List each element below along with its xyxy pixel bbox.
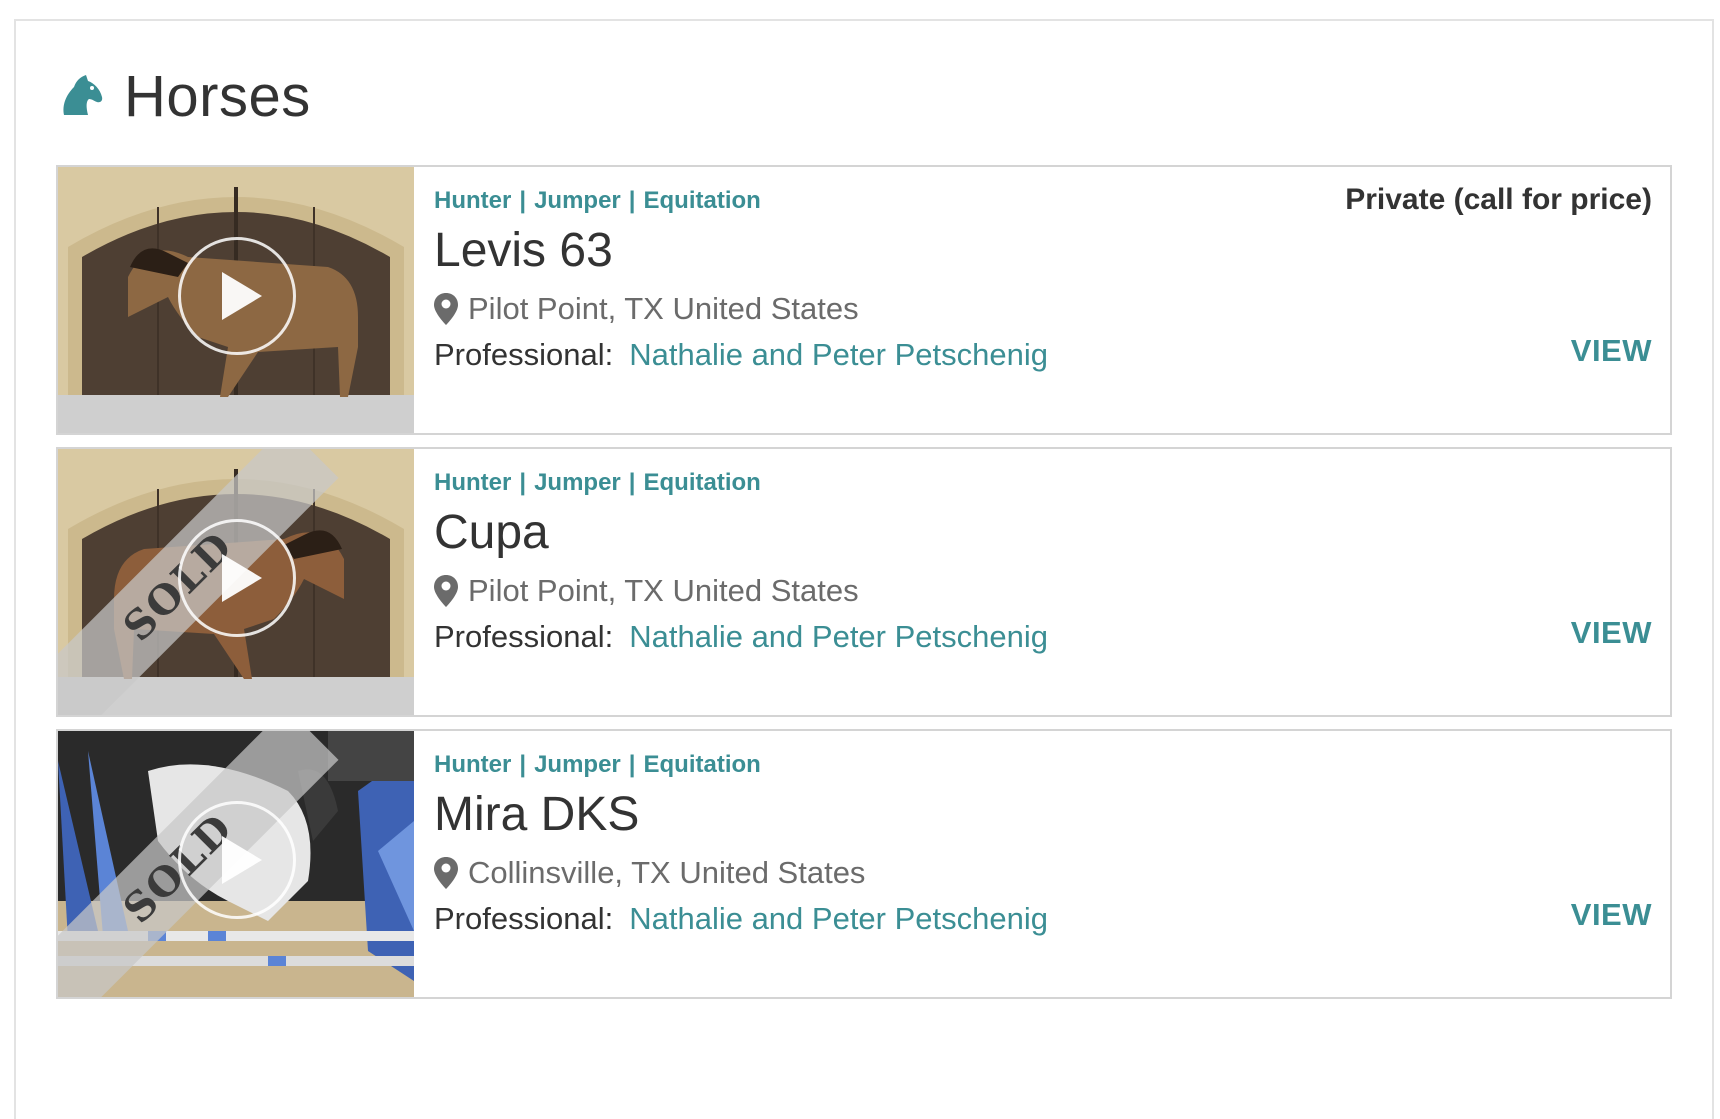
professional-row: Professional: Nathalie and Peter Petsche… [434, 619, 1048, 655]
view-link[interactable]: VIEW [1571, 897, 1652, 933]
separator: | [628, 751, 636, 778]
discipline-tag[interactable]: Jumper [534, 751, 621, 779]
professional-link[interactable]: Nathalie and Peter Petschenig [629, 619, 1048, 655]
separator: | [519, 187, 527, 214]
professional-label: Professional: [434, 337, 614, 372]
location: Collinsville, TX United States [434, 855, 865, 891]
horse-info: Hunter | Jumper | Equitation Cupa Pilot … [434, 449, 1670, 715]
professional-link[interactable]: Nathalie and Peter Petschenig [629, 901, 1048, 937]
play-icon [222, 836, 262, 884]
discipline-list: Hunter | Jumper | Equitation [434, 187, 761, 215]
horse-name[interactable]: Cupa [434, 505, 549, 560]
discipline-tag[interactable]: Equitation [643, 469, 760, 497]
map-pin-icon [434, 575, 458, 607]
horse-card[interactable]: Hunter | Jumper | Equitation Levis 63 Pi… [56, 165, 1672, 435]
discipline-tag[interactable]: Jumper [534, 187, 621, 215]
map-pin-icon [434, 293, 458, 325]
separator: | [519, 751, 527, 778]
horse-card[interactable]: SOLD Hunter | Jumper | Equitation Mira D… [56, 729, 1672, 999]
discipline-list: Hunter | Jumper | Equitation [434, 469, 761, 497]
discipline-tag[interactable]: Equitation [643, 187, 760, 215]
discipline-tag[interactable]: Jumper [534, 469, 621, 497]
separator: | [519, 469, 527, 496]
view-link[interactable]: VIEW [1571, 615, 1652, 651]
discipline-tag[interactable]: Hunter [434, 469, 511, 497]
discipline-tag[interactable]: Hunter [434, 187, 511, 215]
play-button[interactable] [178, 519, 296, 637]
horse-video-thumbnail[interactable]: SOLD [58, 731, 414, 997]
horse-head-icon [63, 75, 103, 115]
horse-video-thumbnail[interactable]: SOLD [58, 449, 414, 715]
horse-name[interactable]: Mira DKS [434, 787, 639, 842]
separator: | [628, 187, 636, 214]
section-header: Horses [56, 61, 311, 131]
play-button[interactable] [178, 801, 296, 919]
professional-label: Professional: [434, 901, 614, 936]
horse-name[interactable]: Levis 63 [434, 223, 613, 278]
price: Private (call for price) [1345, 183, 1652, 216]
professional-label: Professional: [434, 619, 614, 654]
discipline-tag[interactable]: Hunter [434, 751, 511, 779]
professional-row: Professional: Nathalie and Peter Petsche… [434, 901, 1048, 937]
location: Pilot Point, TX United States [434, 291, 859, 327]
separator: | [628, 469, 636, 496]
play-icon [222, 272, 262, 320]
location-text: Pilot Point, TX United States [468, 573, 859, 608]
play-button[interactable] [178, 237, 296, 355]
professional-row: Professional: Nathalie and Peter Petsche… [434, 337, 1048, 373]
location: Pilot Point, TX United States [434, 573, 859, 609]
discipline-tag[interactable]: Equitation [643, 751, 760, 779]
horse-info: Hunter | Jumper | Equitation Mira DKS Co… [434, 731, 1670, 997]
location-text: Collinsville, TX United States [468, 855, 866, 890]
horse-info: Hunter | Jumper | Equitation Levis 63 Pi… [434, 167, 1670, 433]
map-pin-icon [434, 857, 458, 889]
view-link[interactable]: VIEW [1571, 333, 1652, 369]
horse-video-thumbnail[interactable] [58, 167, 414, 433]
page-title: Horses [124, 63, 311, 129]
horses-panel: Horses Hunter | Jumper | Equitation Levi… [14, 19, 1714, 1119]
professional-link[interactable]: Nathalie and Peter Petschenig [629, 337, 1048, 373]
location-text: Pilot Point, TX United States [468, 291, 859, 326]
play-icon [222, 554, 262, 602]
horse-card[interactable]: SOLD Hunter | Jumper | Equitation Cupa P… [56, 447, 1672, 717]
discipline-list: Hunter | Jumper | Equitation [434, 751, 761, 779]
